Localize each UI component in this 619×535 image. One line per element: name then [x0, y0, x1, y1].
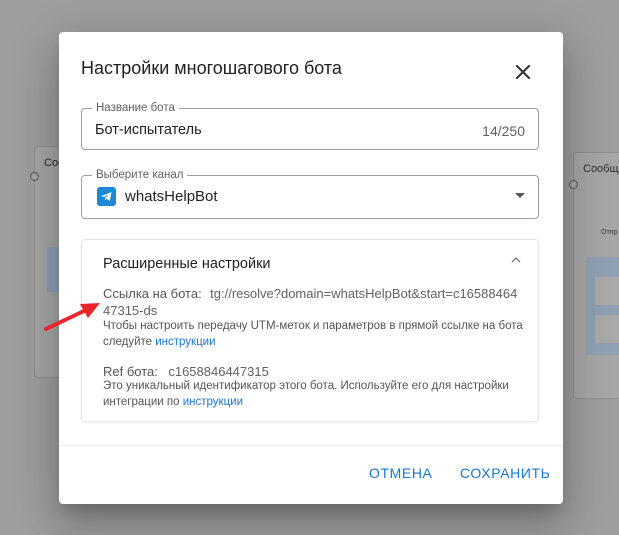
cancel-button[interactable]: Отмена	[369, 465, 433, 481]
canvas-port-left	[30, 172, 39, 181]
ref-instructions-link[interactable]: инструкции	[183, 396, 243, 408]
ref-row: Ref бота: c1658846447315	[103, 363, 269, 380]
bot-name-value[interactable]: Бот-испытатель	[95, 122, 202, 138]
bot-link-hint: Чтобы настроить передачу UTM-меток и пар…	[103, 319, 523, 350]
advanced-settings-title[interactable]: Расширенные настройки	[103, 256, 271, 272]
bot-settings-dialog: Настройки многошагового бота Название бо…	[59, 32, 563, 504]
bot-link-instructions-link[interactable]: инструкции	[155, 336, 215, 348]
channel-value: whatsHelpBot	[125, 188, 218, 205]
canvas-node-right-title: Сообщ	[583, 163, 619, 175]
ref-hint-text: Это уникальный идентификатор этого бота.…	[103, 380, 509, 408]
ref-hint: Это уникальный идентификатор этого бота.…	[103, 379, 523, 410]
bot-link-label: Ссылка на бота:	[103, 286, 202, 301]
canvas-port-right	[569, 180, 578, 189]
channel-select[interactable]: Выберите канал whatsHelpBot	[81, 168, 539, 219]
bot-name-label: Название бота	[92, 101, 179, 115]
canvas-node-right: Сообщ Отпр	[573, 152, 619, 399]
canvas-node-right-inner-2	[595, 315, 619, 343]
channel-label: Выберите канал	[92, 168, 188, 182]
bot-link-row: Ссылка на бота: tg://resolve?domain=what…	[103, 285, 523, 319]
canvas-node-right-small: Отпр	[601, 229, 618, 236]
annotation-arrow-icon	[44, 303, 100, 331]
bot-name-counter: 14/250	[482, 123, 525, 139]
actions-divider	[59, 445, 563, 446]
save-button[interactable]: Сохранить	[460, 465, 550, 481]
telegram-icon	[97, 187, 116, 206]
canvas-node-right-inner-1	[595, 277, 619, 305]
close-icon	[516, 65, 530, 79]
chevron-up-icon[interactable]	[510, 254, 522, 266]
ref-value[interactable]: c1658846447315	[168, 364, 269, 379]
ref-label: Ref бота:	[103, 364, 158, 379]
advanced-settings-panel: Расширенные настройки Ссылка на бота: tg…	[81, 239, 539, 422]
dialog-title: Настройки многошагового бота	[81, 58, 342, 78]
dropdown-arrow-icon[interactable]	[515, 193, 525, 198]
close-button[interactable]	[511, 60, 535, 84]
bot-name-field[interactable]: Название бота Бот-испытатель 14/250	[81, 101, 539, 150]
